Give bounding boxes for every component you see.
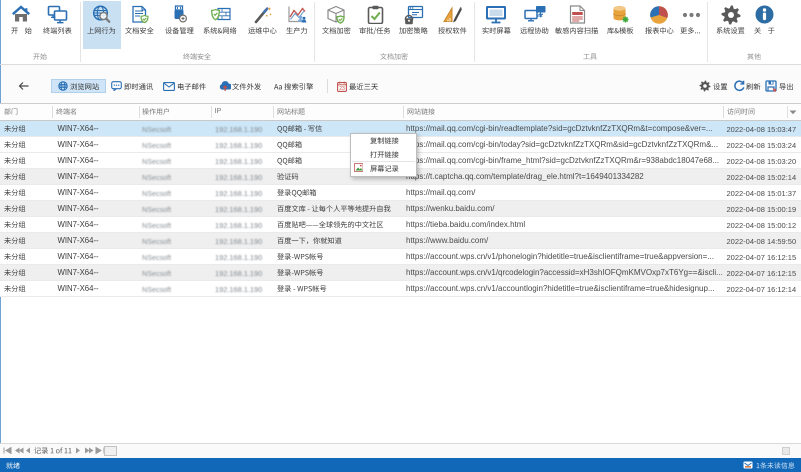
svg-text:23: 23 bbox=[339, 85, 345, 91]
